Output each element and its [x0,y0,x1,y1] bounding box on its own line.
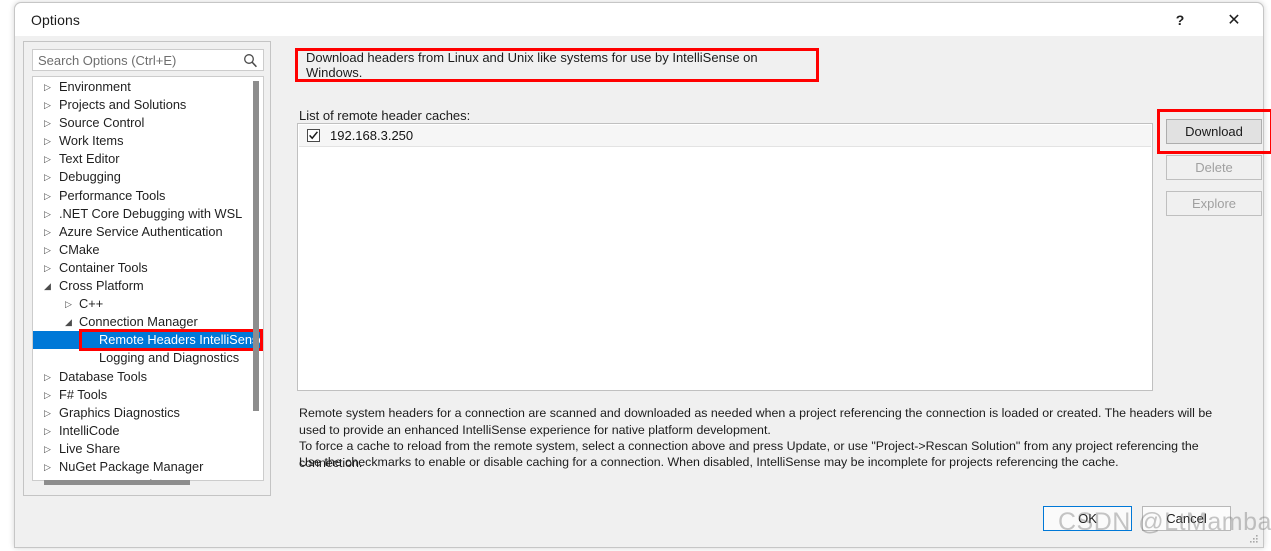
tree-item-selected[interactable]: Remote Headers IntelliSense M [33,331,263,349]
tree-item-label: Projects and Solutions [59,96,186,114]
tree-item[interactable]: ▷ Text Editor [33,150,263,168]
chevron-right-icon[interactable]: ▷ [41,259,54,277]
tree-horizontal-scrollbar-thumb[interactable] [44,480,190,485]
options-tree[interactable]: ▷ Environment ▷ Projects and Solutions ▷ Sour… [32,76,264,481]
dialog-title: Options [31,12,80,28]
tree-item[interactable]: ▷ Environment [33,78,263,96]
tree-item[interactable]: ▷ Live Share [33,440,263,458]
screenshot-root: Options ? ✕ ▷ Environment ▷ Projects and So… [0,0,1271,551]
cancel-button[interactable]: Cancel [1142,506,1231,531]
close-button[interactable]: ✕ [1211,3,1257,36]
chevron-right-icon[interactable]: ▷ [41,368,54,386]
tree-item-label: Database Tools [59,368,147,386]
tree-item[interactable]: Logging and Diagnostics [33,349,263,367]
explore-button[interactable]: Explore [1166,191,1262,216]
search-icon [243,53,258,68]
tree-item[interactable]: ▷ Debugging [33,168,263,186]
tree-item-label: Graphics Diagnostics [59,404,180,422]
chevron-down-icon[interactable]: ◢ [41,277,54,295]
chevron-right-icon[interactable]: ▷ [41,78,54,96]
chevron-right-icon[interactable]: ▷ [41,440,54,458]
tree-item[interactable]: ◢ Cross Platform [33,277,263,295]
tree-item-label: Performance Tools [59,187,165,205]
chevron-right-icon[interactable]: ▷ [41,241,54,259]
chevron-right-icon[interactable]: ▷ [41,422,54,440]
tree-item[interactable]: ▷ IntelliCode [33,422,263,440]
list-item-label: 192.168.3.250 [330,128,413,143]
checkbox-checked[interactable] [307,129,320,142]
download-button[interactable]: Download [1166,119,1262,144]
tree-item-label: Source Control [59,114,144,132]
tree-item-label: Live Share [59,440,120,458]
tree-item-label: CMake [59,241,100,259]
options-dialog: Options ? ✕ ▷ Environment ▷ Projects and So… [14,2,1264,548]
tree-item-label: Work Items [59,132,123,150]
tree-item-label: Azure Service Authentication [59,223,223,241]
tree-item[interactable]: ▷ Graphics Diagnostics [33,404,263,422]
help-button[interactable]: ? [1157,3,1203,36]
chevron-right-icon[interactable]: ▷ [41,458,54,476]
tree-item[interactable]: ▷ CMake [33,241,263,259]
ok-button[interactable]: OK [1043,506,1132,531]
header-note: Download headers from Linux and Unix lik… [295,48,819,82]
options-content-panel: Download headers from Linux and Unix lik… [277,41,1255,497]
search-box[interactable] [32,49,264,71]
tree-item-label: Connection Manager [79,313,198,331]
download-button-wrap: Download [1166,119,1271,144]
tree-item[interactable]: ◢Connection Manager [33,313,263,331]
chevron-right-icon[interactable]: ▷ [62,295,75,313]
tree-item-label: Logging and Diagnostics [99,349,239,367]
tree-item-label: Cross Platform [59,277,144,295]
tree-item[interactable]: ▷ Database Tools [33,368,263,386]
options-tree-list: ▷ Environment ▷ Projects and Solutions ▷ Sour… [33,78,263,481]
tree-item-label: Text Editor [59,150,119,168]
tree-item[interactable]: ▷ Projects and Solutions [33,96,263,114]
options-left-panel: ▷ Environment ▷ Projects and Solutions ▷ Sour… [23,41,271,496]
tree-item[interactable]: ▷ Performance Tools [33,187,263,205]
chevron-right-icon[interactable]: ▷ [41,223,54,241]
description-paragraph-2: Use the checkmarks to enable or disable … [299,454,1237,471]
chevron-right-icon[interactable]: ▷ [41,386,54,404]
chevron-right-icon[interactable]: ▷ [41,404,54,422]
search-input[interactable] [38,52,236,69]
list-action-buttons: Download Delete Explore [1166,119,1271,227]
tree-vertical-scrollbar[interactable] [253,81,259,411]
tree-item[interactable]: ▷ Work Items [33,132,263,150]
tree-item[interactable]: ▷ .NET Core Debugging with WSL [33,205,263,223]
tree-item-label: .NET Core Debugging with WSL [59,205,242,223]
tree-item[interactable]: ▷ Container Tools [33,259,263,277]
tree-item[interactable]: ▷ Source Control [33,114,263,132]
chevron-down-icon[interactable]: ◢ [62,313,75,331]
chevron-right-icon[interactable]: ▷ [41,132,54,150]
dialog-titlebar: Options ? ✕ [15,3,1263,36]
tree-item-label: C++ [79,295,103,313]
tree-item[interactable]: ▷ F# Tools [33,386,263,404]
tree-item-label: Debugging [59,168,121,186]
tree-item-label: Remote Headers IntelliSense M [99,331,264,349]
chevron-right-icon[interactable]: ▷ [41,96,54,114]
header-note-text: Download headers from Linux and Unix lik… [306,50,816,80]
chevron-right-icon[interactable]: ▷ [41,114,54,132]
tree-item[interactable]: ▷ Azure Service Authentication [33,223,263,241]
tree-item-label: Environment [59,78,131,96]
tree-horizontal-scrollbar[interactable] [32,478,264,488]
chevron-right-icon[interactable]: ▷ [41,205,54,223]
tree-item-label: NuGet Package Manager [59,458,203,476]
tree-item[interactable]: ▷ NuGet Package Manager [33,458,263,476]
tree-item-label: IntelliCode [59,422,119,440]
chevron-right-icon[interactable]: ▷ [41,168,54,186]
tree-item[interactable]: ▷C++ [33,295,263,313]
list-item[interactable]: 192.168.3.250 [299,125,1151,147]
remote-header-caches-list[interactable]: 192.168.3.250 [297,123,1153,391]
tree-item-label: Container Tools [59,259,148,277]
tree-item-label: F# Tools [59,386,107,404]
chevron-right-icon[interactable]: ▷ [41,150,54,168]
resize-grip-icon[interactable] [1247,532,1259,544]
list-label: List of remote header caches: [299,108,470,123]
delete-button[interactable]: Delete [1166,155,1262,180]
chevron-right-icon[interactable]: ▷ [41,187,54,205]
